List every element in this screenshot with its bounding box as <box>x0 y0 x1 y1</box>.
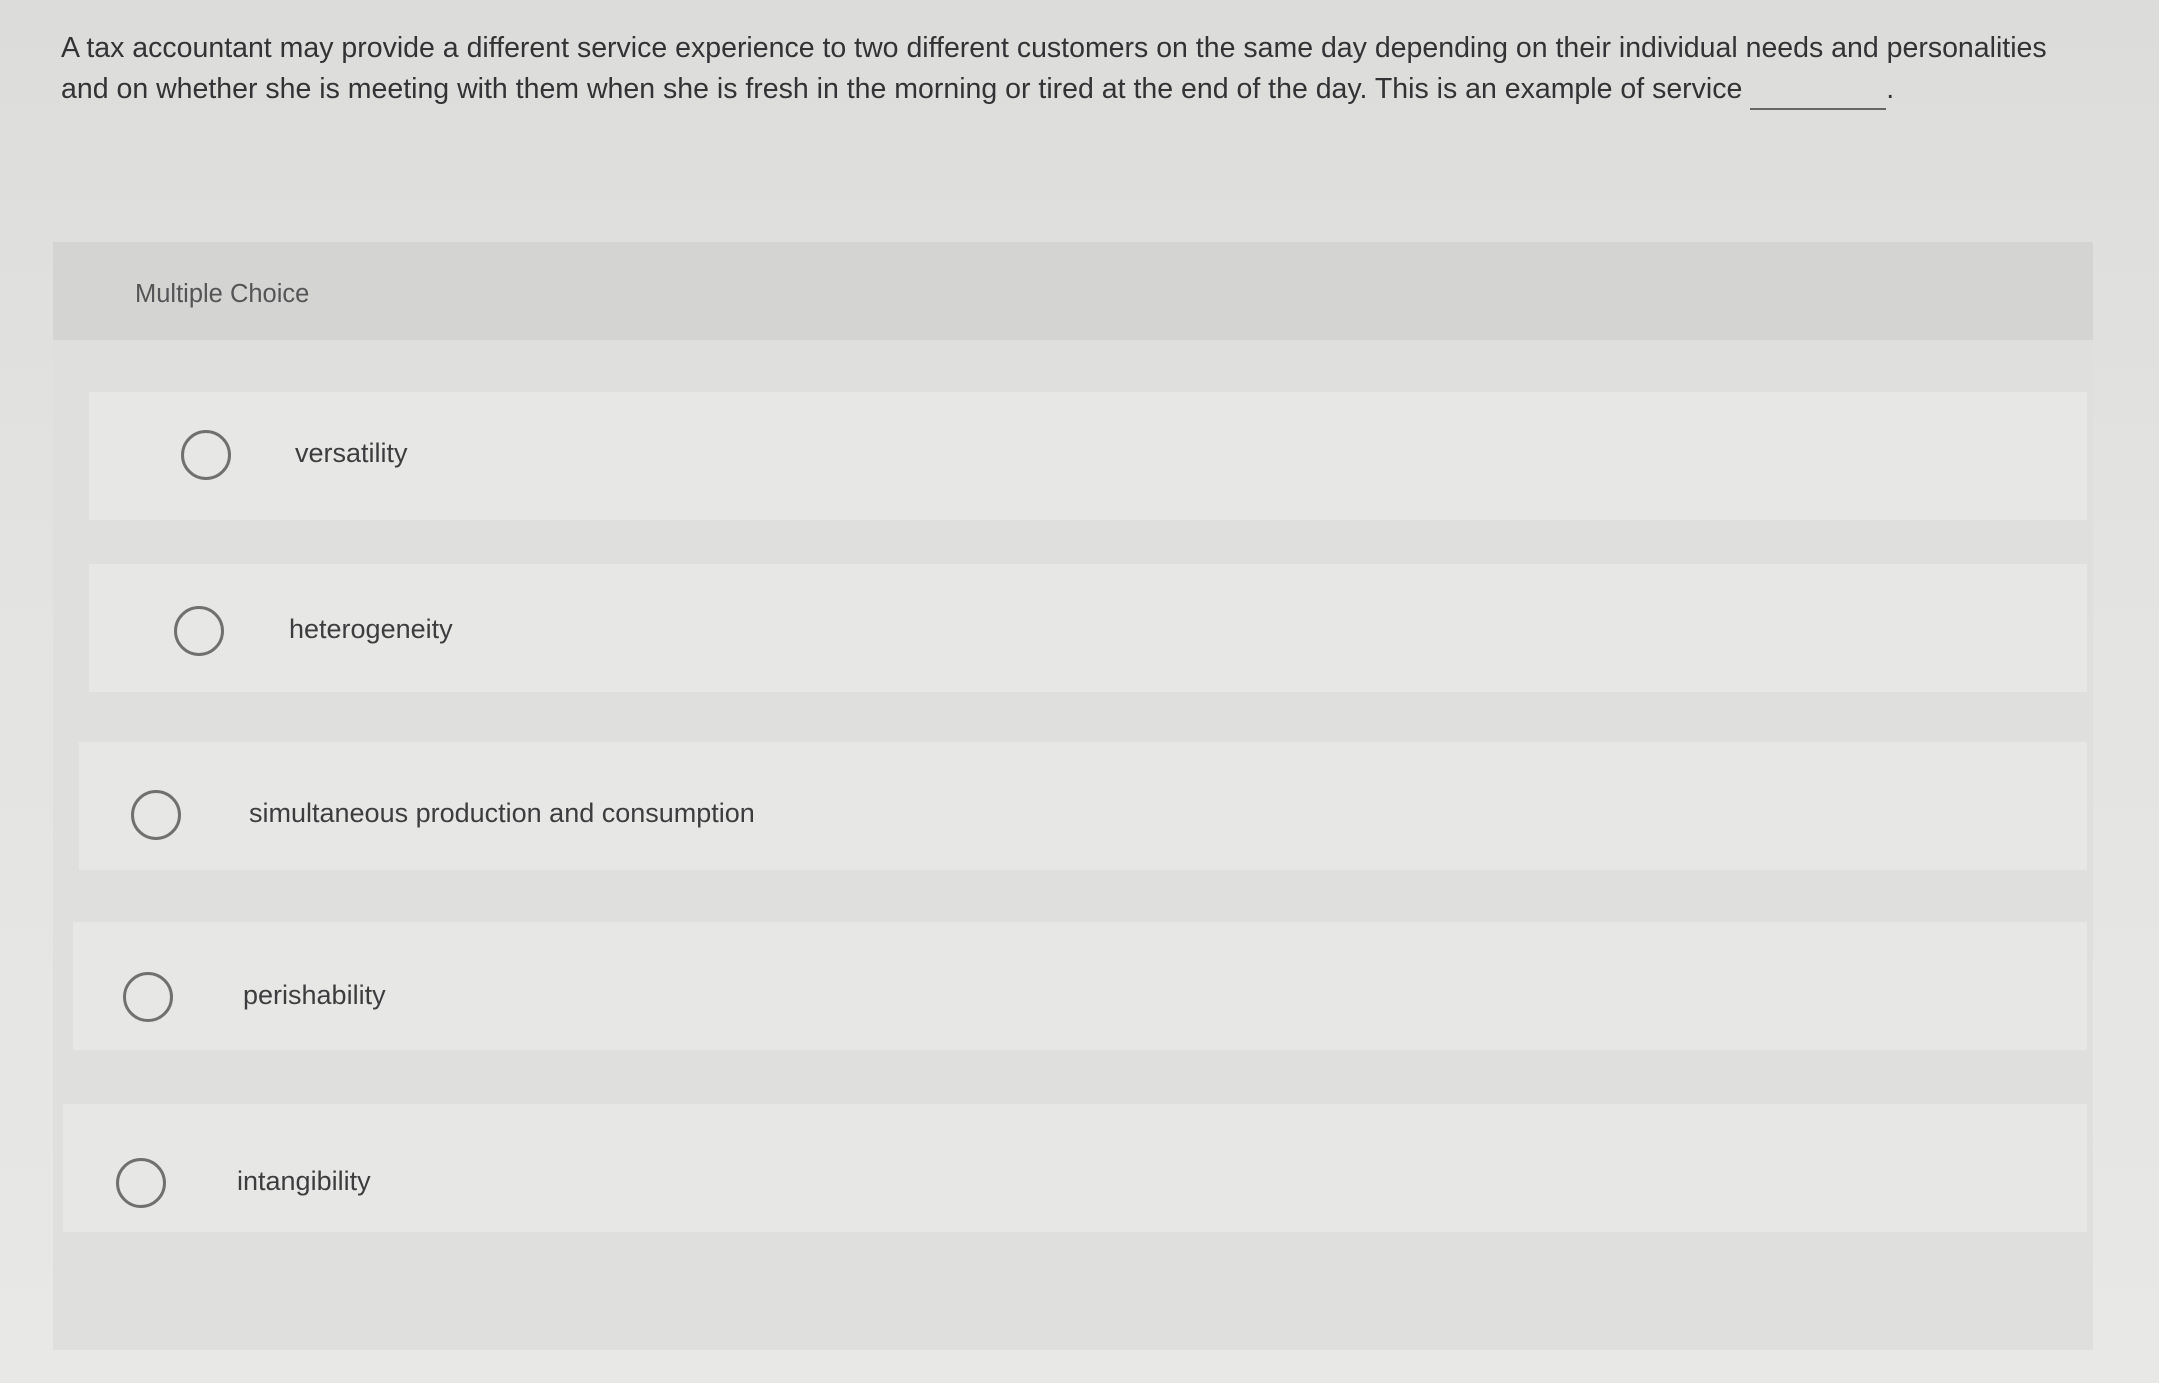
choice-label: heterogeneity <box>289 614 453 644</box>
choice-label: perishability <box>243 980 386 1010</box>
radio-button-icon[interactable] <box>116 1158 166 1208</box>
choice-option-intangibility[interactable]: intangibility <box>63 1104 2087 1232</box>
choice-option-versatility[interactable]: versatility <box>89 392 2087 520</box>
choice-option-simultaneous-production-and-consumption[interactable]: simultaneous production and consumption <box>79 742 2087 870</box>
radio-button-icon[interactable] <box>131 790 181 840</box>
question-prompt: A tax accountant may provide a different… <box>61 28 2061 110</box>
multiple-choice-card: Multiple Choice versatility heterogeneit… <box>53 242 2093 1350</box>
choice-label: simultaneous production and consumption <box>249 798 755 828</box>
question-text: A tax accountant may provide a different… <box>61 32 2047 105</box>
radio-button-icon[interactable] <box>181 430 231 480</box>
answer-blank <box>1750 78 1887 110</box>
choice-option-heterogeneity[interactable]: heterogeneity <box>89 564 2087 692</box>
radio-button-icon[interactable] <box>174 606 224 656</box>
choice-option-perishability[interactable]: perishability <box>73 922 2087 1050</box>
card-header: Multiple Choice <box>53 242 2093 340</box>
choice-label: intangibility <box>237 1166 371 1196</box>
question-blank-suffix: . <box>1886 73 1895 105</box>
choice-label: versatility <box>295 438 408 468</box>
radio-button-icon[interactable] <box>123 972 173 1022</box>
question-type-label: Multiple Choice <box>135 280 310 308</box>
